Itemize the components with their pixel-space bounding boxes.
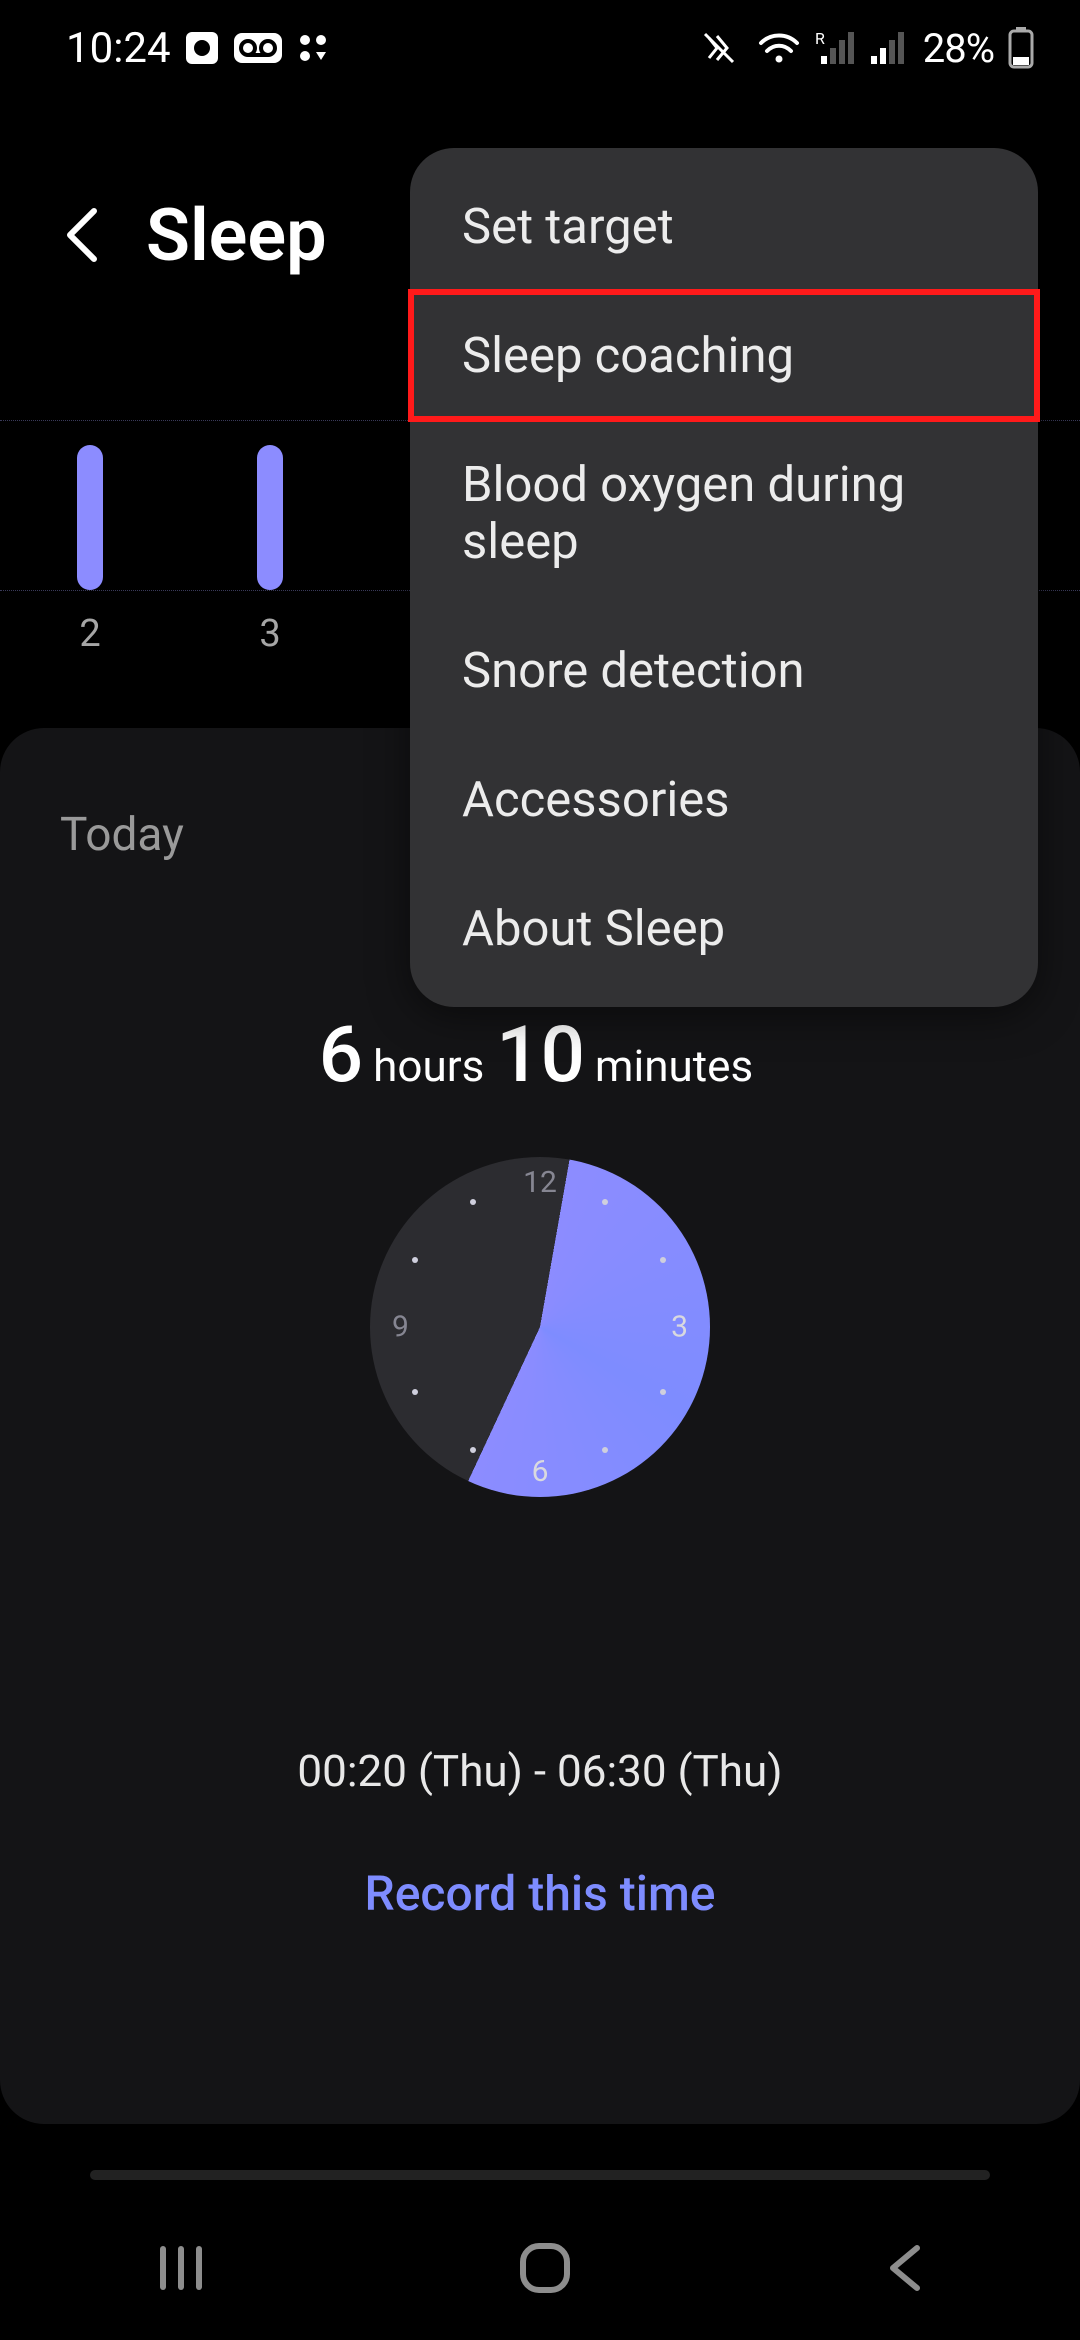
menu-item-accessories[interactable]: Accessories	[410, 735, 1038, 864]
chart-bar	[77, 445, 103, 590]
menu-item-blood-oxygen-during-sleep[interactable]: Blood oxygen during sleep	[410, 420, 1038, 606]
back-button[interactable]	[60, 203, 102, 267]
sleep-clock-dial[interactable]: 12 3 6 9	[370, 1157, 710, 1497]
menu-item-set-target[interactable]: Set target	[410, 162, 1038, 291]
battery-icon	[1008, 27, 1034, 69]
hours-value: 6	[319, 1010, 363, 1101]
menu-item-snore-detection[interactable]: Snore detection	[410, 606, 1038, 735]
menu-item-sleep-coaching[interactable]: Sleep coaching	[410, 291, 1038, 420]
chart-day-label: 3	[259, 612, 280, 656]
android-navbar	[0, 2200, 1080, 2340]
sleep-time-window: 00:20 (Thu) - 06:30 (Thu)	[60, 1745, 1020, 1797]
battery-percent: 28%	[923, 25, 994, 72]
chart-day-col[interactable]: 3	[180, 420, 360, 656]
app-badge-icon	[185, 31, 219, 65]
menu-item-about-sleep[interactable]: About Sleep	[410, 864, 1038, 993]
chart-bar	[257, 445, 283, 590]
signal-icon	[869, 30, 905, 66]
wifi-icon	[757, 31, 801, 65]
clock-num-3: 3	[671, 1310, 688, 1345]
sync-dots-icon	[297, 32, 329, 64]
record-time-button[interactable]: Record this time	[60, 1865, 1020, 1922]
chart-day-label: 2	[79, 612, 100, 656]
nav-back-button[interactable]	[881, 2242, 927, 2298]
svg-text:R: R	[815, 30, 825, 48]
gesture-hint	[90, 2170, 990, 2180]
minutes-value: 10	[496, 1010, 585, 1101]
minutes-unit: minutes	[589, 1040, 761, 1092]
page-title: Sleep	[146, 193, 327, 278]
status-bar: 10:24 R 28%	[0, 0, 1080, 96]
clock-num-6: 6	[532, 1454, 549, 1489]
chart-day-col[interactable]: 2	[0, 420, 180, 656]
clock-num-9: 9	[392, 1310, 409, 1345]
sleep-duration: 6 hours 10 minutes	[60, 1010, 1020, 1101]
nav-home-button[interactable]	[515, 2238, 575, 2302]
nav-recents-button[interactable]	[153, 2243, 209, 2297]
status-time: 10:24	[66, 24, 171, 73]
voicemail-icon	[233, 32, 283, 64]
signal-roaming-icon: R	[815, 30, 855, 66]
clock-num-12: 12	[523, 1165, 557, 1200]
overflow-menu: Set targetSleep coachingBlood oxygen dur…	[410, 148, 1038, 1007]
vibrate-icon	[703, 30, 743, 66]
hours-unit: hours	[367, 1040, 492, 1092]
